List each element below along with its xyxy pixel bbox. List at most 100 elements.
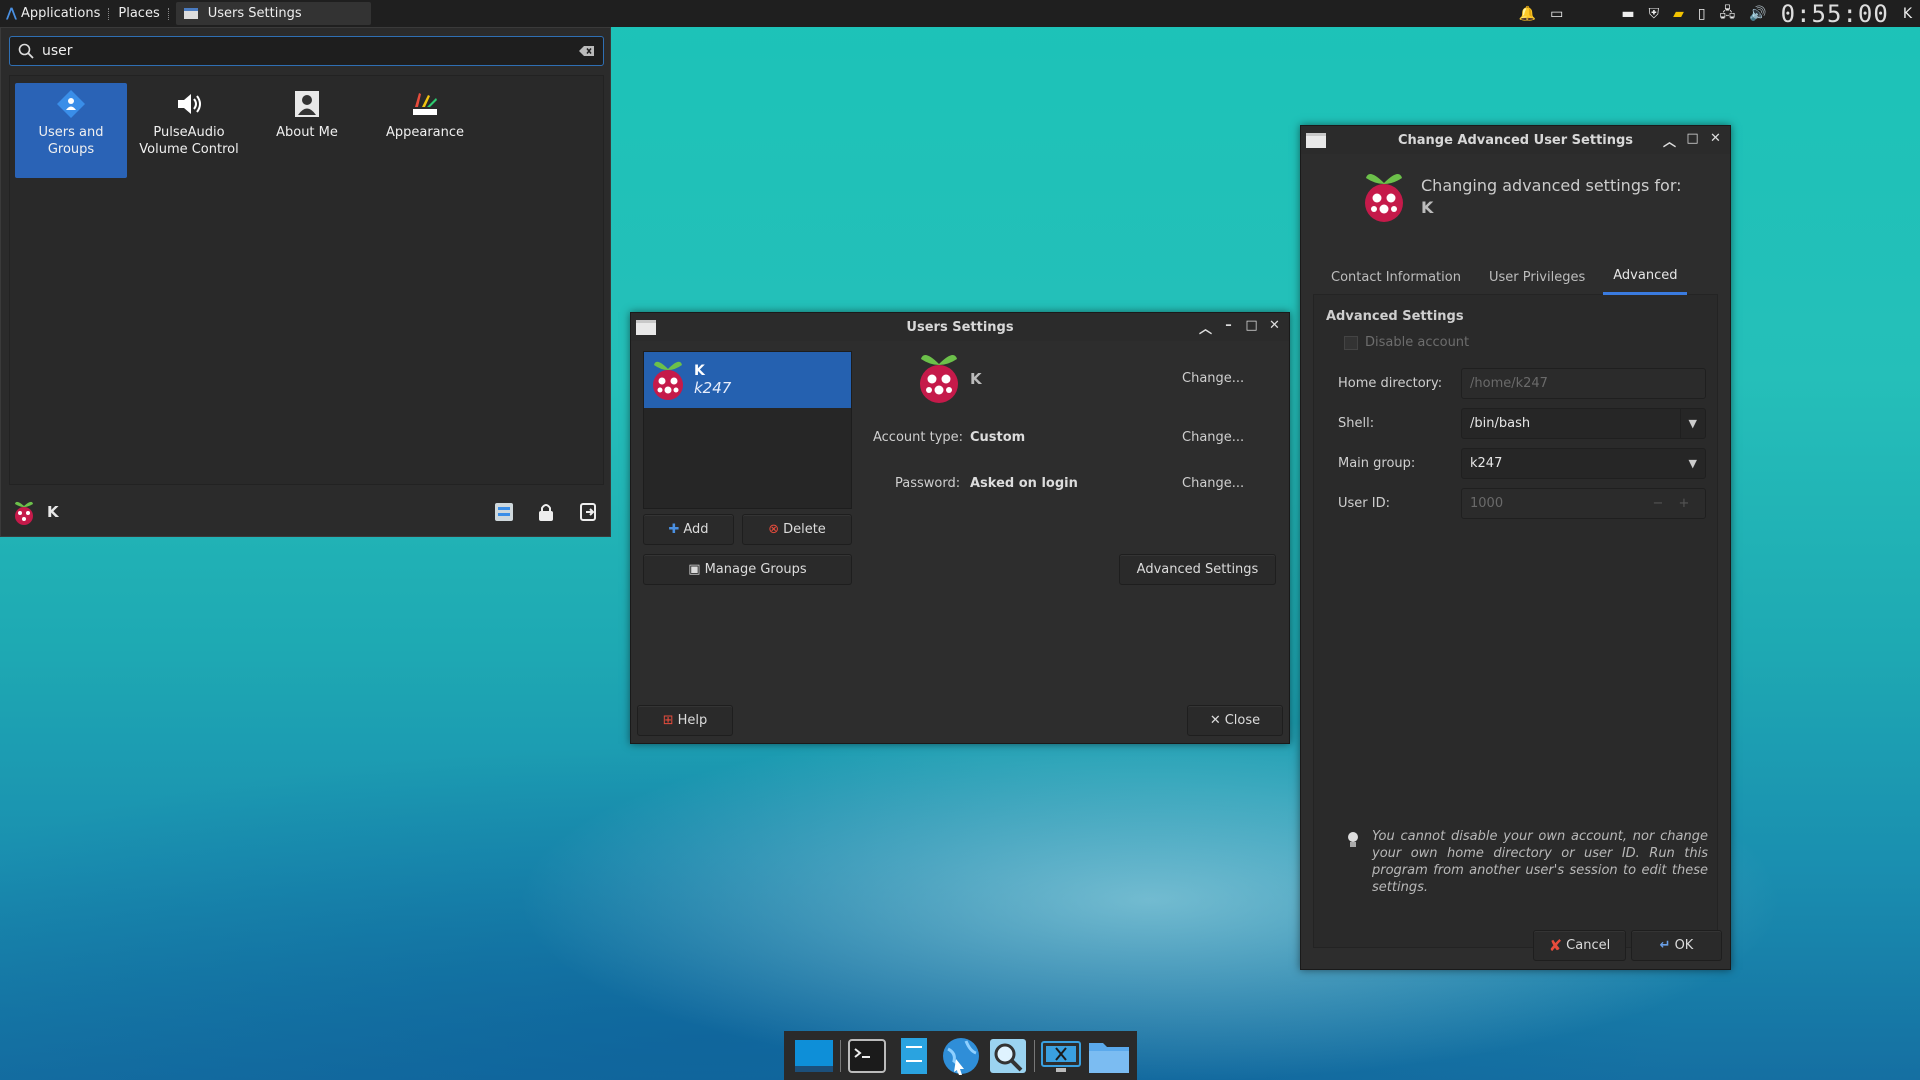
manage-groups-label: Manage Groups	[704, 562, 807, 577]
close-icon[interactable]: ✕	[1709, 131, 1722, 150]
system-tray: 🔔 ▭ ▬ ⛨ ▰ ▯ 🖧 🔊 0:55:00 K	[1519, 0, 1920, 28]
places-menu-button[interactable]: Places	[112, 0, 165, 27]
applications-label: Applications	[20, 6, 101, 21]
shield-icon[interactable]: ⛨	[1649, 6, 1660, 22]
advanced-settings-button[interactable]: Advanced Settings	[1119, 554, 1276, 585]
main-group-value: k247	[1470, 456, 1503, 471]
heading-text: Changing advanced settings for:	[1421, 176, 1682, 195]
help-label: Help	[677, 713, 708, 728]
result-users-and-groups[interactable]: Users and Groups	[15, 83, 127, 178]
home-directory-field: /home/k247	[1461, 368, 1706, 399]
logout-button[interactable]	[576, 500, 600, 524]
app-finder-icon[interactable]	[987, 1035, 1029, 1077]
top-panel: ⋀ Applications Places Users Settings 🔔 ▭…	[0, 0, 1920, 28]
ok-button[interactable]: ↵ OK	[1631, 930, 1722, 961]
web-browser-icon[interactable]	[940, 1035, 982, 1077]
raspberry-avatar-icon	[1365, 174, 1403, 222]
folder-icon[interactable]	[1087, 1035, 1129, 1077]
whisker-menu: Users and Groups PulseAudio Volume Contr…	[0, 27, 611, 537]
result-about-me[interactable]: About Me	[251, 83, 363, 178]
clear-search-icon[interactable]	[579, 45, 595, 57]
titlebar[interactable]: Change Advanced User Settings ︿ □ ✕	[1301, 126, 1730, 154]
ok-label: OK	[1674, 938, 1694, 953]
notes-icon[interactable]: ▰	[1673, 6, 1684, 22]
user-id-value: 1000	[1470, 496, 1504, 511]
window-icon	[1306, 132, 1326, 148]
minimize-icon[interactable]: –	[1222, 318, 1235, 337]
disable-account-label: Disable account	[1365, 335, 1470, 350]
change-password-button[interactable]: Change...	[1182, 476, 1244, 491]
close-icon[interactable]: ✕	[1268, 318, 1281, 337]
minus-icon: −	[1652, 496, 1664, 511]
advanced-tab-panel: Advanced Settings Disable account Home d…	[1313, 295, 1718, 948]
shell-value: /bin/bash	[1470, 416, 1531, 431]
desktop-icon[interactable]	[793, 1035, 835, 1077]
shell-combo[interactable]: /bin/bash ▼	[1461, 408, 1706, 439]
delete-user-button[interactable]: ⊗ Delete	[742, 514, 852, 545]
help-icon: ⊞	[662, 713, 674, 728]
places-label: Places	[118, 6, 160, 21]
users-settings-window: Users Settings ︿ – □ ✕ K k247 K Change..…	[630, 312, 1290, 744]
close-button[interactable]: ✕ Close	[1187, 705, 1283, 736]
lock-icon	[539, 504, 553, 521]
window-icon	[636, 319, 656, 335]
user-display-name: K	[694, 363, 705, 379]
change-name-button[interactable]: Change...	[1182, 371, 1244, 386]
dock	[784, 1031, 1137, 1080]
home-directory-value: /home/k247	[1470, 376, 1548, 391]
maximize-icon[interactable]: □	[1245, 318, 1258, 337]
lock-screen-button[interactable]	[534, 500, 558, 524]
panel-clock[interactable]: 0:55:00	[1781, 0, 1889, 28]
notification-bell-icon[interactable]: 🔔	[1519, 6, 1536, 22]
settings-manager-button[interactable]	[492, 500, 516, 524]
manage-groups-button[interactable]: ▣ Manage Groups	[643, 554, 852, 585]
volume-icon[interactable]: 🔊	[1749, 6, 1766, 22]
result-label: About Me	[276, 125, 338, 140]
cancel-button[interactable]: ✘ Cancel	[1533, 930, 1626, 961]
drive-icon[interactable]: ▬	[1621, 6, 1634, 22]
enter-icon: ↵	[1659, 938, 1671, 953]
result-appearance[interactable]: Appearance	[369, 83, 481, 178]
users-groups-icon	[56, 89, 86, 119]
taskbar-item-users-settings[interactable]: Users Settings	[175, 2, 371, 25]
disable-account-checkbox[interactable]: Disable account	[1344, 335, 1469, 350]
show-desktop-icon[interactable]: ▭	[1550, 6, 1563, 22]
tab-bar: Contact Information User Privileges Adva…	[1313, 259, 1718, 295]
titlebar[interactable]: Users Settings ︿ – □ ✕	[631, 313, 1289, 341]
tab-user-privileges[interactable]: User Privileges	[1479, 259, 1595, 295]
search-box[interactable]	[9, 36, 604, 66]
result-label: Users and Groups	[38, 125, 104, 157]
speaker-icon	[174, 89, 204, 119]
terminal-icon[interactable]	[846, 1035, 888, 1077]
tab-advanced[interactable]: Advanced	[1603, 259, 1688, 295]
section-title: Advanced Settings	[1326, 309, 1464, 324]
panel-separator	[167, 7, 170, 20]
clipboard-icon[interactable]: ▯	[1698, 6, 1706, 22]
applications-menu-button[interactable]: ⋀ Applications	[0, 0, 106, 27]
network-icon[interactable]: 🖧	[1720, 2, 1736, 26]
main-group-select[interactable]: k247 ▼	[1461, 448, 1706, 479]
search-input[interactable]	[42, 43, 579, 59]
account-type-label: Account type:	[873, 430, 964, 445]
file-manager-icon[interactable]	[893, 1035, 935, 1077]
panel-separator	[108, 7, 110, 20]
add-user-button[interactable]: ✚ Add	[643, 514, 734, 545]
panel-user-label[interactable]: K	[1903, 6, 1912, 22]
tab-contact-information[interactable]: Contact Information	[1321, 259, 1471, 295]
result-pulseaudio-volume-control[interactable]: PulseAudio Volume Control	[133, 83, 245, 178]
close-x-icon: ✕	[1209, 713, 1221, 728]
help-button[interactable]: ⊞ Help	[637, 705, 733, 736]
delete-icon: ⊗	[768, 522, 780, 537]
shell-label: Shell:	[1338, 416, 1375, 431]
result-label: PulseAudio Volume Control	[139, 125, 239, 157]
cancel-label: Cancel	[1566, 938, 1611, 953]
maximize-icon[interactable]: □	[1686, 131, 1699, 150]
shade-icon[interactable]: ︿	[1663, 131, 1676, 150]
shade-icon[interactable]: ︿	[1199, 318, 1212, 337]
change-account-type-button[interactable]: Change...	[1182, 430, 1244, 445]
result-label: Appearance	[385, 125, 465, 140]
applications-icon: ⋀	[6, 6, 17, 21]
user-row-k[interactable]: K k247	[644, 352, 851, 408]
whisker-user-name: K	[47, 503, 59, 521]
screenshot-icon[interactable]	[1040, 1035, 1082, 1077]
